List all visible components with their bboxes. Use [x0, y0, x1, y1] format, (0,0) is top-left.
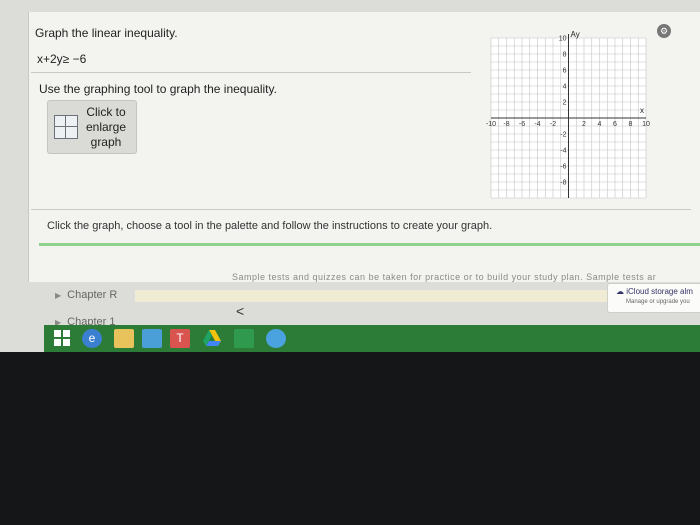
question-title: Graph the linear inequality.	[35, 26, 178, 40]
question-panel: Graph the linear inequality. x+2y≥ −6 Us…	[28, 12, 700, 282]
notification-subtitle: Manage or upgrade you	[626, 299, 690, 305]
inequality-text: x+2y≥ −6	[37, 52, 87, 66]
divider	[31, 72, 471, 73]
x-tick-label: -6	[519, 121, 525, 128]
highlight-strip	[135, 290, 615, 302]
icloud-notification[interactable]: ☁ iCloud storage alm Manage or upgrade y…	[607, 283, 700, 313]
back-arrow-icon[interactable]: <	[236, 303, 244, 319]
y-tick-label: 8	[563, 52, 567, 59]
store-icon[interactable]	[142, 329, 162, 348]
x-tick-label: -4	[534, 121, 540, 128]
background-text: Sample tests and quizzes can be taken fo…	[232, 272, 657, 282]
t-app-icon[interactable]: T	[170, 329, 190, 348]
enlarge-graph-button[interactable]: Click to enlarge graph	[47, 100, 137, 154]
y-tick-label: 10	[559, 36, 567, 43]
grid-icon	[54, 115, 78, 139]
office-icon[interactable]	[234, 329, 254, 348]
x-tick-label: -10	[486, 121, 496, 128]
google-drive-icon[interactable]	[202, 329, 222, 348]
y-tick-label: 6	[563, 68, 567, 75]
accent-bar	[39, 243, 700, 246]
x-tick-label: 4	[598, 121, 602, 128]
y-axis-label: Ay	[571, 30, 580, 39]
x-tick-label: 6	[613, 121, 617, 128]
divider	[31, 209, 691, 210]
coordinate-graph[interactable]: -10 -8 -6 -4 -2 2 4 6 8 10 10 8 6 4 2 -2 -4 -6 -8 Ay x	[481, 30, 651, 208]
chapter-r-link[interactable]: Chapter R	[55, 289, 117, 301]
question-instruction: Use the graphing tool to graph the inequ…	[39, 82, 277, 96]
enlarge-graph-label: Click to enlarge graph	[85, 105, 127, 149]
y-tick-label: 4	[563, 84, 567, 91]
x-tick-label: -8	[503, 121, 509, 128]
x-tick-label: 2	[582, 121, 586, 128]
x-tick-label: -2	[550, 121, 556, 128]
y-tick-label: -2	[560, 132, 566, 139]
notification-title: ☁ iCloud storage alm	[616, 287, 693, 296]
notification-title-text: iCloud storage alm	[626, 287, 693, 296]
internet-explorer-icon[interactable]: e	[82, 329, 102, 348]
y-tick-label: 2	[563, 100, 567, 107]
y-tick-label: -8	[560, 180, 566, 187]
windows-start-icon[interactable]	[52, 329, 72, 348]
y-tick-label: -6	[560, 164, 566, 171]
graph-instruction-bar: Click the graph, choose a tool in the pa…	[47, 220, 493, 232]
y-tick-label: -4	[560, 148, 566, 155]
x-tick-label: 10	[642, 121, 650, 128]
windows-taskbar: e T	[44, 325, 700, 352]
cloud-app-icon[interactable]	[266, 329, 286, 348]
file-explorer-icon[interactable]	[114, 329, 134, 348]
settings-icon[interactable]: ⚙	[657, 24, 671, 38]
x-axis-label: x	[640, 106, 644, 115]
x-tick-label: 8	[629, 121, 633, 128]
monitor-screen: Graph the linear inequality. x+2y≥ −6 Us…	[0, 0, 700, 352]
